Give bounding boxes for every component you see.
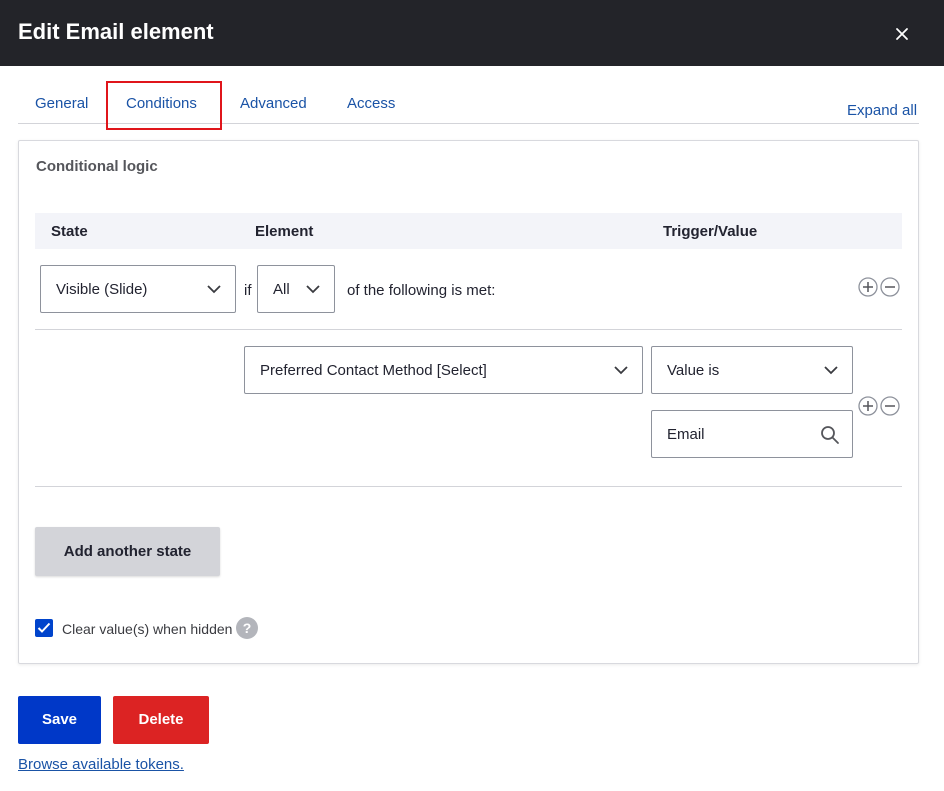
delete-button[interactable]: Delete bbox=[113, 696, 209, 744]
checkmark-icon bbox=[37, 622, 51, 633]
element-select[interactable]: Preferred Contact Method [Select] bbox=[244, 346, 643, 394]
table-header: State Element Trigger/Value bbox=[35, 213, 902, 249]
tab-bar: General Conditions Advanced Access bbox=[18, 78, 919, 130]
trigger-select[interactable]: Value is bbox=[651, 346, 853, 394]
element-select-value: Preferred Contact Method [Select] bbox=[260, 362, 487, 379]
clear-values-checkbox[interactable] bbox=[35, 619, 53, 637]
if-text: if bbox=[244, 282, 252, 299]
remove-circle-icon[interactable] bbox=[880, 396, 900, 416]
tab-general[interactable]: General bbox=[35, 95, 88, 112]
add-circle-icon[interactable] bbox=[858, 396, 878, 416]
close-icon[interactable] bbox=[889, 21, 915, 47]
column-header-element: Element bbox=[255, 223, 314, 240]
conditional-logic-panel: Conditional logic State Element Trigger/… bbox=[18, 140, 919, 664]
browse-tokens-link[interactable]: Browse available tokens. bbox=[18, 756, 184, 773]
operator-select-value: All bbox=[273, 281, 290, 298]
save-button[interactable]: Save bbox=[18, 696, 101, 744]
add-circle-icon[interactable] bbox=[858, 277, 878, 297]
column-header-state: State bbox=[51, 223, 88, 240]
scrollbar[interactable] bbox=[937, 66, 944, 791]
dialog-titlebar: Edit Email element bbox=[0, 0, 944, 66]
condition-row-actions bbox=[858, 395, 902, 417]
trigger-select-value: Value is bbox=[667, 362, 720, 379]
dialog-title: Edit Email element bbox=[18, 19, 214, 44]
state-select[interactable]: Visible (Slide) bbox=[40, 265, 236, 313]
panel-title: Conditional logic bbox=[36, 158, 158, 175]
state-select-value: Visible (Slide) bbox=[56, 281, 148, 298]
add-another-state-button[interactable]: Add another state bbox=[35, 527, 220, 576]
chevron-down-icon bbox=[824, 366, 838, 375]
operator-select[interactable]: All bbox=[257, 265, 335, 313]
clear-values-label[interactable]: Clear value(s) when hidden bbox=[62, 621, 232, 637]
column-header-trigger: Trigger/Value bbox=[663, 223, 758, 240]
chevron-down-icon bbox=[306, 285, 320, 294]
trigger-value-text: Email bbox=[667, 426, 705, 443]
trigger-value-input[interactable]: Email bbox=[651, 410, 853, 458]
help-icon[interactable]: ? bbox=[236, 617, 258, 639]
chevron-down-icon bbox=[207, 285, 221, 294]
row-divider bbox=[35, 486, 902, 487]
search-icon bbox=[821, 426, 839, 444]
remove-circle-icon[interactable] bbox=[880, 277, 900, 297]
state-row-actions bbox=[858, 276, 902, 298]
tab-advanced[interactable]: Advanced bbox=[240, 95, 307, 112]
expand-all-link[interactable]: Expand all bbox=[847, 102, 917, 119]
chevron-down-icon bbox=[614, 366, 628, 375]
condition-suffix-text: of the following is met: bbox=[347, 282, 496, 299]
tab-access[interactable]: Access bbox=[347, 95, 395, 112]
row-divider bbox=[35, 329, 902, 330]
tab-conditions[interactable]: Conditions bbox=[126, 95, 197, 112]
